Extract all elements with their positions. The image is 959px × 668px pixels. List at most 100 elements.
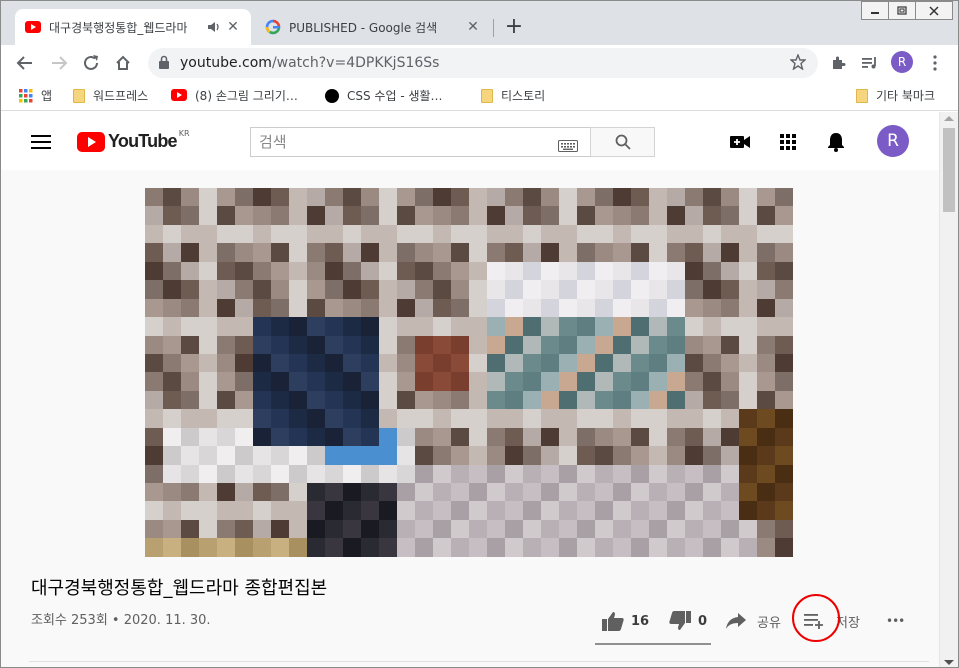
- youtube-account-avatar[interactable]: R: [877, 125, 909, 157]
- video-mosaic-cell: [181, 224, 199, 244]
- video-mosaic-cell: [685, 188, 703, 207]
- bookmark-youtube[interactable]: (8) 손그림 그리기…: [171, 87, 298, 104]
- video-mosaic-cell: [145, 335, 163, 354]
- close-tab-icon[interactable]: ✕: [225, 19, 241, 35]
- video-mosaic-cell: [433, 519, 451, 539]
- hamburger-menu-icon[interactable]: [30, 131, 52, 153]
- video-mosaic-cell: [703, 317, 721, 336]
- lock-icon[interactable]: [158, 55, 170, 74]
- video-mosaic-cell: [523, 224, 541, 244]
- bookmark-css[interactable]: CSS 수업 - 생활…: [325, 87, 443, 104]
- tab-separator: [493, 19, 494, 37]
- video-mosaic-cell: [577, 464, 595, 483]
- video-mosaic-cell: [199, 317, 217, 336]
- video-player[interactable]: [145, 188, 793, 557]
- video-mosaic-cell: [595, 464, 613, 483]
- notifications-bell-icon[interactable]: [825, 131, 847, 153]
- video-mosaic-cell: [379, 280, 397, 299]
- apps-grid-icon: [19, 88, 33, 103]
- video-mosaic-cell: [271, 483, 289, 502]
- bookmark-star-icon[interactable]: [789, 53, 807, 74]
- new-tab-button[interactable]: +: [501, 15, 527, 41]
- video-mosaic-cell: [595, 298, 613, 318]
- like-button[interactable]: 16: [602, 607, 649, 635]
- more-actions-button[interactable]: •••: [886, 607, 905, 635]
- share-button[interactable]: 공유: [725, 607, 781, 635]
- video-mosaic-cell: [757, 206, 775, 225]
- video-mosaic-cell: [433, 353, 451, 373]
- video-mosaic-cell: [775, 464, 793, 483]
- video-mosaic-cell: [505, 538, 523, 557]
- video-mosaic-cell: [325, 261, 343, 281]
- video-mosaic-cell: [217, 390, 235, 410]
- create-video-icon[interactable]: [729, 131, 751, 153]
- video-mosaic-cell: [415, 188, 433, 207]
- bookmark-apps[interactable]: 앱: [19, 87, 52, 104]
- tab-google-search[interactable]: PUBLISHED - Google 검색 ✕: [255, 9, 491, 45]
- extensions-puzzle-icon[interactable]: [827, 51, 851, 75]
- scroll-down-arrow-icon[interactable]: [944, 660, 954, 665]
- video-mosaic-cell: [487, 188, 505, 207]
- video-mosaic-cell: [361, 464, 379, 483]
- bookmark-other[interactable]: 기타 북마크: [856, 87, 935, 104]
- video-mosaic-cell: [415, 261, 433, 281]
- video-mosaic-cell: [235, 280, 253, 299]
- back-button[interactable]: [13, 51, 37, 75]
- browser-menu-icon[interactable]: [923, 51, 947, 75]
- scroll-up-arrow-icon[interactable]: [944, 116, 954, 121]
- video-mosaic-cell: [631, 446, 649, 465]
- forward-button[interactable]: [47, 51, 71, 75]
- video-mosaic-cell: [181, 538, 199, 557]
- video-mosaic-cell: [163, 372, 181, 391]
- video-mosaic-cell: [343, 501, 361, 520]
- video-mosaic-cell: [361, 188, 379, 207]
- restore-button[interactable]: [888, 1, 916, 20]
- close-window-button[interactable]: [915, 1, 953, 20]
- close-tab-icon[interactable]: ✕: [465, 19, 481, 35]
- video-mosaic-cell: [487, 243, 505, 262]
- black-circle-icon: [325, 88, 339, 103]
- search-input[interactable]: [251, 128, 551, 156]
- video-mosaic-cell: [217, 188, 235, 207]
- home-button[interactable]: [111, 51, 135, 75]
- profile-avatar[interactable]: R: [891, 51, 913, 73]
- video-mosaic-cell: [415, 464, 433, 483]
- bookmark-wordpress[interactable]: 워드프레스: [73, 87, 148, 104]
- video-mosaic-cell: [289, 353, 307, 373]
- video-title: 대구경북행정통합_웹드라마 종합편집본: [31, 578, 328, 599]
- scroll-thumb[interactable]: [943, 128, 955, 212]
- video-mosaic-cell: [487, 335, 505, 354]
- minimize-button[interactable]: [861, 1, 889, 20]
- video-mosaic-cell: [775, 298, 793, 318]
- youtube-logo[interactable]: YouTube KR: [77, 129, 190, 152]
- tab-youtube[interactable]: 대구경북행정통합_웹드라마 ✕: [15, 9, 251, 45]
- bookmark-tistory[interactable]: 티스토리: [481, 87, 545, 104]
- video-mosaic-cell: [487, 280, 505, 299]
- keyboard-icon[interactable]: [558, 137, 578, 156]
- video-mosaic-cell: [163, 261, 181, 281]
- page-scrollbar[interactable]: [939, 112, 958, 667]
- dislike-button[interactable]: 0: [669, 607, 707, 635]
- media-playlist-icon[interactable]: [858, 51, 882, 75]
- video-mosaic-cell: [379, 427, 397, 447]
- video-mosaic-cell: [757, 224, 775, 244]
- video-mosaic-cell: [703, 519, 721, 539]
- address-bar[interactable]: youtube.com/watch?v=4DPKKjS16Ss: [148, 48, 818, 78]
- youtube-logo-icon: [77, 131, 105, 152]
- video-mosaic-cell: [235, 335, 253, 354]
- video-mosaic-cell: [613, 206, 631, 225]
- search-button[interactable]: [590, 127, 655, 157]
- video-mosaic-cell: [433, 538, 451, 557]
- video-mosaic-cell: [271, 409, 289, 428]
- video-mosaic-cell: [541, 519, 559, 539]
- apps-grid-icon[interactable]: [777, 131, 799, 153]
- video-mosaic-cell: [163, 409, 181, 428]
- video-mosaic-cell: [505, 390, 523, 410]
- video-mosaic-cell: [415, 519, 433, 539]
- video-mosaic-cell: [451, 409, 469, 428]
- speaker-icon[interactable]: [207, 20, 221, 37]
- video-mosaic-cell: [541, 501, 559, 520]
- reload-button[interactable]: [79, 51, 103, 75]
- video-mosaic-cell: [235, 206, 253, 225]
- video-mosaic-cell: [325, 483, 343, 502]
